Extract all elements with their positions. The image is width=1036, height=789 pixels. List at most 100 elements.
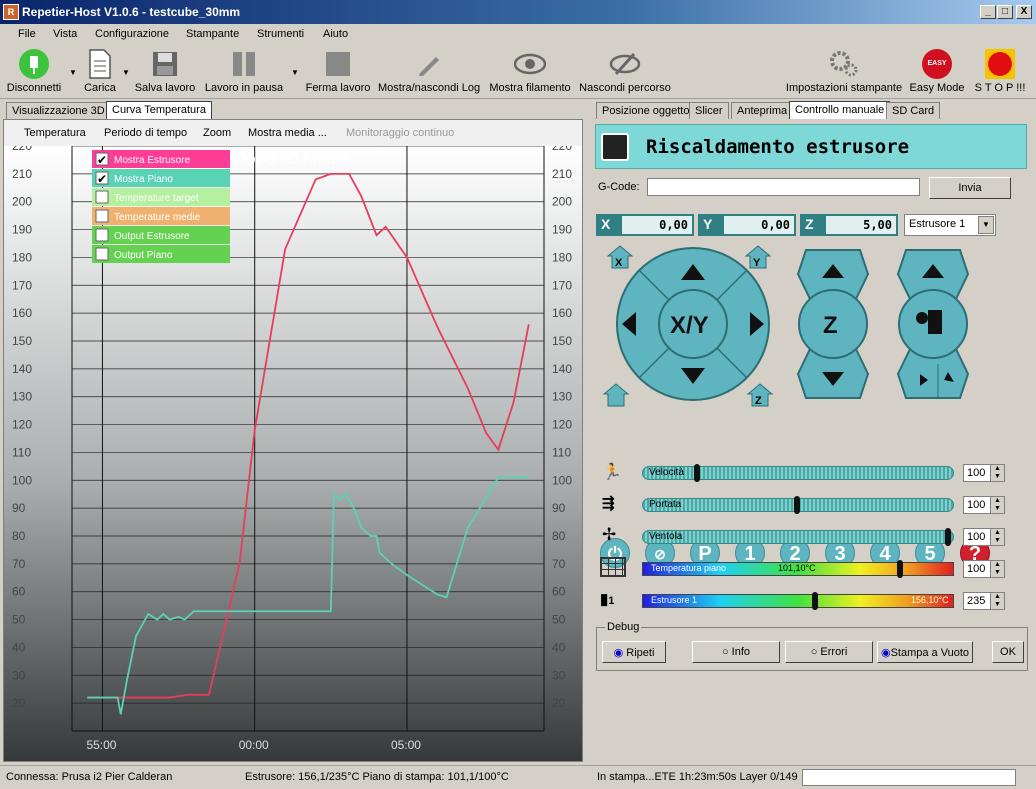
pause-dropdown-arrow[interactable]: ▼ bbox=[291, 68, 299, 77]
y-tick-label-right: 200 bbox=[552, 195, 572, 209]
tab-slicer[interactable]: Slicer bbox=[689, 102, 729, 120]
speed-stepper[interactable]: 100 ▲ ▼ bbox=[963, 464, 1005, 482]
jog-controls: X Y Z X/Y Z bbox=[602, 245, 970, 407]
legend-item[interactable]: Output Piano bbox=[92, 245, 230, 263]
dry-run-toggle[interactable]: ◉Stampa a Vuoto bbox=[877, 641, 973, 663]
y-tick-label-right: 130 bbox=[552, 390, 572, 404]
pause-job-button[interactable]: Lavoro in pausa bbox=[203, 48, 285, 94]
legend-checkbox[interactable] bbox=[95, 228, 109, 242]
flow-slider[interactable]: Portata bbox=[642, 496, 954, 514]
info-debug-toggle[interactable]: ○ Info bbox=[692, 641, 780, 663]
menu-file[interactable]: File bbox=[18, 28, 36, 40]
y-value: 0,00 bbox=[724, 216, 794, 234]
stop-job-button[interactable]: Ferma lavoro bbox=[303, 48, 373, 94]
menu-printer[interactable]: Stampante bbox=[186, 28, 239, 40]
tab-sd-card[interactable]: SD Card bbox=[886, 102, 941, 120]
tab-3d-view[interactable]: Visualizzazione 3D bbox=[6, 102, 111, 120]
temperature-panel: Temperatura Periodo di tempo Zoom Mostra… bbox=[3, 119, 583, 762]
zoom-menu[interactable]: Zoom bbox=[203, 127, 231, 139]
tab-manual-control[interactable]: Controllo manuale bbox=[789, 101, 891, 119]
ok-button[interactable]: OK bbox=[992, 641, 1024, 663]
repeat-debug-toggle[interactable]: ◉ Ripeti bbox=[602, 641, 666, 663]
show-filament-button[interactable]: Mostra filamento bbox=[487, 48, 573, 94]
tab-temperature-curve[interactable]: Curva Temperatura bbox=[106, 101, 212, 119]
bed-temperature-thumb[interactable] bbox=[896, 560, 903, 578]
close-button[interactable]: X bbox=[1016, 5, 1032, 19]
legend-item[interactable]: ✔ Mostra Piano bbox=[92, 169, 230, 187]
home-x-icon[interactable]: X bbox=[606, 245, 634, 269]
y-tick-label-left: 130 bbox=[12, 390, 32, 404]
y-coordinate: Y 0,00 bbox=[698, 214, 796, 236]
pause-icon bbox=[203, 48, 285, 80]
minimize-button[interactable]: _ bbox=[980, 5, 996, 19]
fan-slider[interactable]: Ventola bbox=[642, 528, 954, 546]
extruder-temperature-stepper[interactable]: 235 ▲ ▼ bbox=[963, 592, 1005, 610]
connection-status: Connessa: Prusa i2 Pier Calderan bbox=[6, 771, 173, 783]
legend-checkbox[interactable] bbox=[95, 190, 109, 204]
continuous-monitoring-menu[interactable]: Monitoraggio continuo bbox=[346, 127, 454, 139]
y-tick-label-right: 90 bbox=[552, 501, 566, 515]
speed-slider-thumb[interactable] bbox=[694, 464, 701, 482]
z-jog-pad[interactable]: Z bbox=[796, 249, 870, 399]
temperature-menu[interactable]: Temperatura bbox=[24, 127, 86, 139]
load-button[interactable]: Carica bbox=[80, 48, 120, 94]
extruder-jog-pad[interactable] bbox=[896, 249, 970, 399]
bed-temperature-stepper[interactable]: 100 ▲ ▼ bbox=[963, 560, 1005, 578]
legend-item[interactable]: ✔ Mostra Estrusore bbox=[92, 150, 230, 168]
hide-path-button[interactable]: Nascondi percorso bbox=[578, 48, 672, 94]
svg-text:X: X bbox=[615, 257, 623, 269]
gears-icon bbox=[783, 48, 905, 80]
toggle-log-button[interactable]: Mostra/nascondi Log bbox=[378, 48, 480, 94]
tab-object-placement[interactable]: Posizione oggetto bbox=[596, 102, 696, 120]
disconnect-dropdown-arrow[interactable]: ▼ bbox=[69, 68, 77, 77]
gcode-input[interactable] bbox=[647, 178, 920, 196]
time-period-menu[interactable]: Periodo di tempo bbox=[104, 127, 187, 139]
load-dropdown-arrow[interactable]: ▼ bbox=[122, 68, 130, 77]
bed-temperature-slider[interactable]: Temperatura piano 101,10°C bbox=[642, 560, 954, 578]
flow-icon: ⇶ bbox=[602, 495, 615, 512]
flow-stepper[interactable]: 100 ▲ ▼ bbox=[963, 496, 1005, 514]
checkmark-icon: ✔ bbox=[97, 172, 107, 186]
flow-slider-thumb[interactable] bbox=[794, 496, 800, 514]
menu-view[interactable]: Vista bbox=[53, 28, 77, 40]
menu-help[interactable]: Aiuto bbox=[323, 28, 348, 40]
send-button[interactable]: Invia bbox=[929, 177, 1011, 199]
show-average-menu[interactable]: Mostra media ... bbox=[248, 127, 327, 139]
fan-stepper[interactable]: 100 ▲ ▼ bbox=[963, 528, 1005, 546]
x-coordinate: X 0,00 bbox=[596, 214, 694, 236]
legend-checkbox[interactable] bbox=[95, 209, 109, 223]
y-tick-label-right: 140 bbox=[552, 362, 572, 376]
legend-item[interactable]: Temperature medie bbox=[92, 207, 230, 225]
home-y-icon[interactable]: Y bbox=[744, 245, 772, 269]
printer-settings-button[interactable]: Impostazioni stampante bbox=[783, 48, 905, 94]
floppy-disk-icon bbox=[134, 48, 196, 80]
xy-jog-pad[interactable]: X/Y bbox=[616, 247, 770, 401]
emergency-stop-button[interactable]: S T O P !!! bbox=[970, 48, 1030, 94]
disconnect-button[interactable]: Disconnetti bbox=[4, 48, 64, 94]
menu-tools[interactable]: Strumenti bbox=[257, 28, 304, 40]
speed-slider[interactable]: Velocità bbox=[642, 464, 954, 482]
legend-item[interactable]: Output Estrusore bbox=[92, 226, 230, 244]
y-tick-label-right: 150 bbox=[552, 334, 572, 348]
debug-title: Debug bbox=[605, 621, 642, 633]
easy-mode-button[interactable]: EASY Easy Mode bbox=[908, 48, 966, 94]
tab-preview[interactable]: Anteprima bbox=[731, 102, 794, 120]
extruder-select[interactable]: Estrusore 1 ▼ bbox=[904, 214, 996, 236]
extruder-temperature-thumb[interactable] bbox=[812, 592, 819, 610]
save-job-button[interactable]: Salva lavoro bbox=[134, 48, 196, 94]
maximize-button[interactable]: □ bbox=[997, 5, 1013, 19]
legend-item[interactable]: Temperature target bbox=[92, 188, 230, 206]
home-z-icon[interactable]: Z bbox=[746, 383, 774, 407]
extruder-temperature-slider[interactable]: Estrusore 1 156,10°C bbox=[642, 592, 954, 610]
fan-slider-thumb[interactable] bbox=[945, 528, 951, 546]
home-all-icon[interactable] bbox=[602, 383, 630, 407]
title-bar: R Repetier-Host V1.0.6 - testcube_30mm _… bbox=[0, 0, 1036, 24]
x-tick-label: 05:00 bbox=[391, 738, 421, 752]
chart-title: Dopo 60 Minuti bbox=[234, 149, 348, 168]
legend-checkbox[interactable] bbox=[95, 247, 109, 261]
stop-square-icon bbox=[303, 48, 373, 80]
eye-slash-icon bbox=[578, 48, 672, 80]
errors-debug-toggle[interactable]: ○ Errori bbox=[785, 641, 873, 663]
menu-configuration[interactable]: Configurazione bbox=[95, 28, 169, 40]
y-tick-label-right: 160 bbox=[552, 306, 572, 320]
